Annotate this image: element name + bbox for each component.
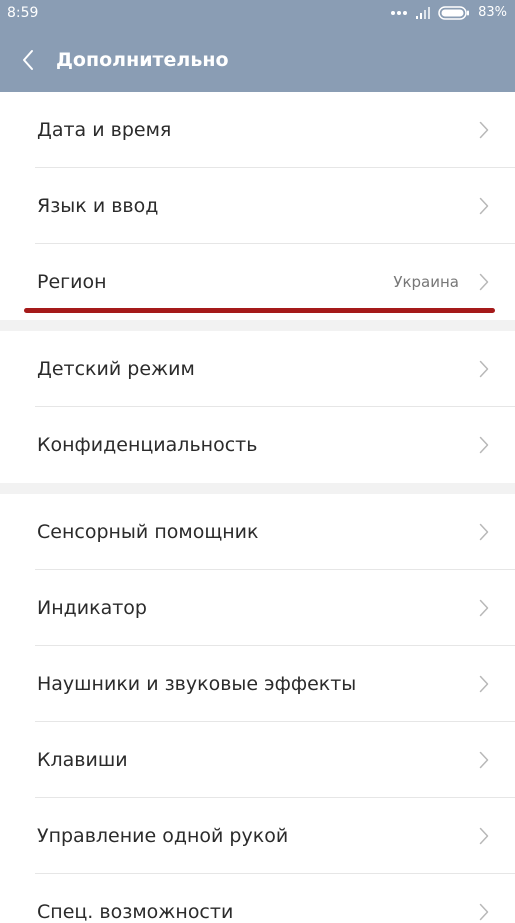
row-one-handed[interactable]: Управление одной рукой (0, 798, 515, 874)
status-bar: 8:59 83% (0, 0, 515, 26)
chevron-right-icon (479, 599, 489, 617)
row-language-input[interactable]: Язык и ввод (0, 168, 515, 244)
row-label: Наушники и звуковые эффекты (37, 673, 357, 695)
row-label: Конфиденциальность (37, 434, 258, 456)
row-label: Клавиши (37, 749, 128, 771)
battery-icon (438, 6, 470, 20)
row-privacy[interactable]: Конфиденциальность (0, 407, 515, 483)
status-icons: 83% (390, 4, 507, 22)
row-label: Детский режим (37, 358, 195, 380)
chevron-right-icon (479, 360, 489, 378)
row-date-time[interactable]: Дата и время (0, 92, 515, 168)
chevron-right-icon (479, 523, 489, 541)
chevron-right-icon (479, 827, 489, 845)
chevron-right-icon (479, 273, 489, 291)
row-label: Сенсорный помощник (37, 521, 259, 543)
row-label: Дата и время (37, 119, 172, 141)
row-indicator[interactable]: Индикатор (0, 570, 515, 646)
section-divider (0, 320, 515, 331)
page-title: Дополнительно (56, 49, 229, 71)
row-buttons[interactable]: Клавиши (0, 722, 515, 798)
section-divider (0, 483, 515, 494)
highlight-underline (24, 308, 495, 313)
chevron-right-icon (479, 751, 489, 769)
settings-list: Дата и время Язык и ввод Регион Украина … (0, 92, 515, 923)
settings-screen: 8:59 83% Дополнительно Дата и время Язык… (0, 0, 515, 923)
chevron-right-icon (479, 675, 489, 693)
app-header: 8:59 83% Дополнительно (0, 0, 515, 92)
back-button[interactable] (8, 40, 48, 80)
row-label: Индикатор (37, 597, 147, 619)
chevron-right-icon (479, 436, 489, 454)
chevron-right-icon (479, 197, 489, 215)
row-headphones-effects[interactable]: Наушники и звуковые эффекты (0, 646, 515, 722)
signal-icon (416, 7, 431, 19)
row-label: Управление одной рукой (37, 825, 289, 847)
chevron-right-icon (479, 121, 489, 139)
row-accessibility[interactable]: Спец. возможности (0, 874, 515, 923)
status-time: 8:59 (7, 5, 39, 21)
row-label: Язык и ввод (37, 195, 159, 217)
chevron-right-icon (479, 903, 489, 921)
row-touch-assistant[interactable]: Сенсорный помощник (0, 494, 515, 570)
battery-percent: 83% (478, 5, 507, 20)
dots-icon (391, 11, 408, 15)
title-bar: Дополнительно (0, 36, 515, 84)
row-label: Спец. возможности (37, 901, 234, 923)
row-kids-mode[interactable]: Детский режим (0, 331, 515, 407)
chevron-left-icon (23, 50, 33, 70)
